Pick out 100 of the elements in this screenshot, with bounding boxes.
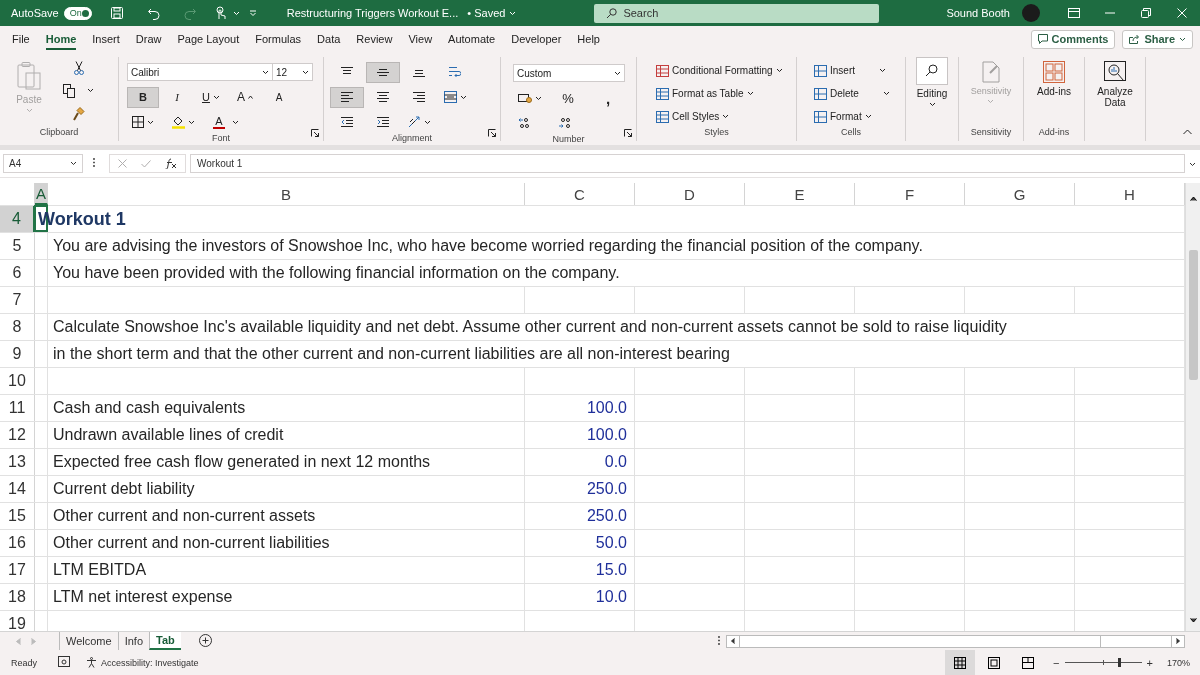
caret-icon[interactable] xyxy=(879,68,886,73)
dialog-launcher-icon[interactable] xyxy=(311,129,319,137)
row-header[interactable]: 8 xyxy=(0,314,35,340)
delete-cells-button[interactable]: Delete xyxy=(809,83,905,104)
row-header[interactable]: 9 xyxy=(0,341,35,367)
macro-icon[interactable] xyxy=(58,656,70,667)
zoom-out-button[interactable]: − xyxy=(1051,656,1062,669)
font-name-field[interactable]: Calibri xyxy=(127,63,273,81)
analyze-data-button[interactable]: Analyze Data xyxy=(1091,57,1139,127)
insert-cells-button[interactable]: Insert xyxy=(809,60,905,81)
caret-icon[interactable] xyxy=(1179,36,1186,42)
caret-icon[interactable] xyxy=(70,161,77,166)
caret-icon[interactable] xyxy=(722,114,730,119)
autosave-toggle[interactable]: On xyxy=(63,6,92,20)
grow-font-button[interactable]: A xyxy=(229,86,261,108)
caret-icon[interactable] xyxy=(1189,162,1196,167)
row-header[interactable]: 11 xyxy=(0,395,35,421)
format-cells-button[interactable]: Format xyxy=(809,106,905,127)
scroll-left-icon[interactable] xyxy=(731,638,735,644)
avatar-icon[interactable] xyxy=(1022,4,1040,22)
accessibility-status[interactable]: Accessibility: Investigate xyxy=(86,657,199,668)
caret-icon[interactable] xyxy=(746,91,754,96)
column-header[interactable]: A xyxy=(35,183,48,205)
menu-tab[interactable]: Insert xyxy=(84,28,128,50)
format-as-table-button[interactable]: Format as Table xyxy=(651,83,796,104)
row-header[interactable]: 18 xyxy=(0,584,35,610)
caret-icon[interactable] xyxy=(459,94,467,100)
cell-styles-button[interactable]: Cell Styles xyxy=(651,106,796,127)
customize-caret-icon[interactable] xyxy=(248,9,257,17)
font-size-field[interactable]: 12 xyxy=(273,63,313,81)
caret-icon[interactable] xyxy=(775,68,783,73)
menu-tab[interactable]: Home xyxy=(37,28,85,50)
menu-tab[interactable]: Data xyxy=(309,28,349,50)
row-header[interactable]: 4 xyxy=(0,206,35,232)
row-header[interactable]: 14 xyxy=(0,476,35,502)
conditional-formatting-button[interactable]: Conditional Formatting xyxy=(651,60,796,81)
comma-style-button[interactable]: , xyxy=(589,87,627,109)
caret-icon[interactable] xyxy=(882,91,890,96)
dialog-launcher-icon[interactable] xyxy=(624,129,632,137)
scroll-up-icon[interactable] xyxy=(1190,196,1197,201)
search-field[interactable]: Search xyxy=(594,3,880,23)
check-icon[interactable] xyxy=(141,159,151,168)
formula-field[interactable]: Workout 1 xyxy=(190,154,1185,173)
row-header[interactable]: 17 xyxy=(0,557,35,583)
zoom-slider[interactable] xyxy=(1064,658,1142,667)
caret-icon[interactable] xyxy=(614,70,621,76)
menu-tab[interactable]: View xyxy=(400,28,441,50)
save-icon[interactable] xyxy=(109,6,124,20)
scrollbar-thumb[interactable] xyxy=(1189,250,1198,380)
name-box[interactable]: A4 xyxy=(3,154,83,173)
undo-icon[interactable] xyxy=(146,6,161,20)
caret-icon[interactable] xyxy=(147,119,154,125)
row-header[interactable]: 16 xyxy=(0,530,35,556)
add-ins-button[interactable]: Add-ins xyxy=(1035,57,1073,127)
caret-icon[interactable] xyxy=(232,119,239,125)
user-name[interactable]: Sound Booth xyxy=(946,7,1010,19)
caret-icon[interactable] xyxy=(535,95,542,101)
menu-tab[interactable]: File xyxy=(4,28,38,50)
menu-tab[interactable]: Automate xyxy=(440,28,504,50)
hand-icon[interactable] xyxy=(214,6,227,20)
scroll-down-icon[interactable] xyxy=(1190,618,1197,623)
caret-icon[interactable] xyxy=(87,88,94,93)
menu-tab[interactable]: Help xyxy=(569,28,608,50)
percent-button[interactable]: % xyxy=(549,87,587,109)
menu-tab[interactable]: Draw xyxy=(127,28,170,50)
sheet-tab[interactable]: Tab xyxy=(149,632,181,650)
shrink-font-button[interactable]: A xyxy=(263,86,295,108)
zoom-in-button[interactable]: + xyxy=(1144,656,1155,669)
caret-icon[interactable] xyxy=(423,119,431,125)
bold-button[interactable]: B xyxy=(127,86,159,108)
row-header[interactable]: 12 xyxy=(0,422,35,448)
caret-icon[interactable] xyxy=(262,69,269,75)
caret-icon[interactable] xyxy=(864,114,872,119)
add-sheet-icon[interactable] xyxy=(198,633,212,647)
horizontal-scrollbar[interactable] xyxy=(726,634,1185,648)
row-header[interactable]: 5 xyxy=(0,233,35,259)
caret-icon[interactable] xyxy=(188,119,195,125)
caret-icon[interactable] xyxy=(212,94,220,100)
ribbon-display-icon[interactable] xyxy=(1068,8,1080,18)
caret-icon[interactable] xyxy=(302,69,309,75)
function-icon[interactable] xyxy=(165,158,177,169)
slider-thumb[interactable] xyxy=(1118,658,1122,667)
caret-icon[interactable] xyxy=(928,102,936,107)
editing-button[interactable]: Editing xyxy=(914,57,950,127)
menu-tab[interactable]: Developer xyxy=(503,28,570,50)
menu-tab[interactable]: Review xyxy=(348,28,401,50)
zoom-level[interactable]: 170% xyxy=(1166,657,1190,668)
collapse-ribbon-icon[interactable] xyxy=(1183,129,1192,135)
row-header[interactable]: 10 xyxy=(0,368,35,394)
share-button[interactable]: Share xyxy=(1122,29,1193,49)
save-status[interactable]: • Saved xyxy=(467,7,506,19)
left-align-button[interactable] xyxy=(330,86,364,108)
underline-button[interactable]: U xyxy=(195,86,227,108)
font-color-button[interactable]: A xyxy=(208,111,230,133)
menu-tab[interactable]: Formulas xyxy=(247,28,310,50)
italic-button[interactable]: I xyxy=(161,86,193,108)
row-header[interactable]: 7 xyxy=(0,287,35,313)
scroll-right-icon[interactable] xyxy=(1176,638,1180,644)
comments-button[interactable]: Comments xyxy=(1030,29,1116,49)
dialog-launcher-icon[interactable] xyxy=(488,129,496,137)
